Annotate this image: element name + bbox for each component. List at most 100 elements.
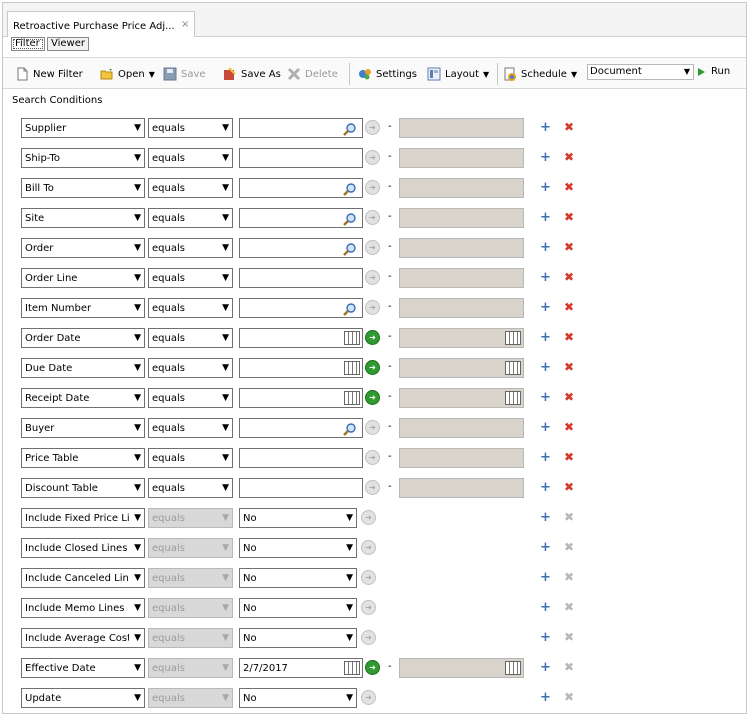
clear-value-icon[interactable]: ➜: [361, 630, 376, 645]
from-value-input[interactable]: [239, 178, 363, 198]
lookup-icon[interactable]: [343, 241, 359, 256]
field-select[interactable]: Item Number ▼: [21, 298, 145, 318]
clear-value-icon[interactable]: ➜: [365, 660, 380, 675]
clear-value-icon[interactable]: ➜: [361, 600, 376, 615]
operator-select[interactable]: equals ▼: [148, 148, 233, 168]
from-value-input[interactable]: [239, 448, 363, 468]
remove-condition-icon[interactable]: ✖: [564, 121, 574, 134]
from-value-input[interactable]: 2/7/2017: [239, 658, 363, 678]
schedule-dropdown-icon[interactable]: ▼: [571, 70, 577, 79]
clear-value-icon[interactable]: ➜: [361, 690, 376, 705]
add-condition-icon[interactable]: +: [540, 271, 551, 284]
remove-condition-icon[interactable]: ✖: [564, 301, 574, 314]
field-select[interactable]: Include Average Cost ▼: [21, 628, 145, 648]
calendar-icon[interactable]: [344, 331, 360, 345]
operator-select[interactable]: equals ▼: [148, 448, 233, 468]
operator-select[interactable]: equals ▼: [148, 208, 233, 228]
clear-value-icon[interactable]: ➜: [361, 510, 376, 525]
operator-select[interactable]: equals ▼: [148, 478, 233, 498]
field-select[interactable]: Include Canceled Lin ▼: [21, 568, 145, 588]
clear-value-icon[interactable]: ➜: [361, 570, 376, 585]
clear-value-icon[interactable]: ➜: [365, 330, 380, 345]
save-as-button[interactable]: Save As: [223, 66, 281, 82]
field-select[interactable]: Order Date ▼: [21, 328, 145, 348]
add-condition-icon[interactable]: +: [540, 691, 551, 704]
add-condition-icon[interactable]: +: [540, 511, 551, 524]
tab-viewer[interactable]: Viewer: [47, 37, 89, 51]
lookup-icon[interactable]: [343, 181, 359, 196]
close-tab-icon[interactable]: ×: [181, 19, 189, 30]
output-format-select[interactable]: Document ▼: [587, 64, 694, 80]
field-select[interactable]: Effective Date ▼: [21, 658, 145, 678]
clear-value-icon[interactable]: ➜: [365, 300, 380, 315]
remove-condition-icon[interactable]: ✖: [564, 211, 574, 224]
operator-select[interactable]: equals ▼: [148, 118, 233, 138]
from-value-input[interactable]: [239, 388, 363, 408]
lookup-icon[interactable]: [343, 211, 359, 226]
field-select[interactable]: Buyer ▼: [21, 418, 145, 438]
layout-button[interactable]: Layout ▼: [427, 66, 489, 82]
schedule-button[interactable]: Schedule ▼: [503, 66, 577, 82]
from-value-input[interactable]: [239, 358, 363, 378]
field-select[interactable]: Price Table ▼: [21, 448, 145, 468]
value-select[interactable]: No ▼: [239, 568, 357, 588]
new-filter-button[interactable]: New Filter: [15, 66, 83, 82]
from-value-input[interactable]: [239, 418, 363, 438]
add-condition-icon[interactable]: +: [540, 481, 551, 494]
clear-value-icon[interactable]: ➜: [365, 240, 380, 255]
save-button[interactable]: Save: [163, 66, 206, 82]
field-select[interactable]: Order Line ▼: [21, 268, 145, 288]
add-condition-icon[interactable]: +: [540, 211, 551, 224]
remove-condition-icon[interactable]: ✖: [564, 181, 574, 194]
remove-condition-icon[interactable]: ✖: [564, 361, 574, 374]
layout-dropdown-icon[interactable]: ▼: [483, 70, 489, 79]
add-condition-icon[interactable]: +: [540, 391, 551, 404]
document-tab[interactable]: Retroactive Purchase Price Adj... ×: [7, 11, 195, 37]
calendar-icon[interactable]: [344, 361, 360, 375]
add-condition-icon[interactable]: +: [540, 181, 551, 194]
from-value-input[interactable]: [239, 268, 363, 288]
operator-select[interactable]: equals ▼: [148, 298, 233, 318]
open-button[interactable]: Open ▼: [100, 66, 155, 82]
clear-value-icon[interactable]: ➜: [365, 270, 380, 285]
run-button[interactable]: Run: [698, 66, 730, 77]
field-select[interactable]: Update ▼: [21, 688, 145, 708]
add-condition-icon[interactable]: +: [540, 421, 551, 434]
value-select[interactable]: No ▼: [239, 598, 357, 618]
delete-button[interactable]: Delete: [287, 66, 338, 82]
field-select[interactable]: Ship-To ▼: [21, 148, 145, 168]
operator-select[interactable]: equals ▼: [148, 238, 233, 258]
clear-value-icon[interactable]: ➜: [365, 480, 380, 495]
operator-select[interactable]: equals ▼: [148, 418, 233, 438]
value-select[interactable]: No ▼: [239, 538, 357, 558]
calendar-icon[interactable]: [344, 391, 360, 405]
clear-value-icon[interactable]: ➜: [365, 150, 380, 165]
value-select[interactable]: No ▼: [239, 628, 357, 648]
remove-condition-icon[interactable]: ✖: [564, 151, 574, 164]
add-condition-icon[interactable]: +: [540, 301, 551, 314]
from-value-input[interactable]: [239, 118, 363, 138]
from-value-input[interactable]: [239, 238, 363, 258]
clear-value-icon[interactable]: ➜: [365, 420, 380, 435]
from-value-input[interactable]: [239, 298, 363, 318]
remove-condition-icon[interactable]: ✖: [564, 331, 574, 344]
operator-select[interactable]: equals ▼: [148, 358, 233, 378]
add-condition-icon[interactable]: +: [540, 541, 551, 554]
field-select[interactable]: Due Date ▼: [21, 358, 145, 378]
remove-condition-icon[interactable]: ✖: [564, 451, 574, 464]
remove-condition-icon[interactable]: ✖: [564, 421, 574, 434]
add-condition-icon[interactable]: +: [540, 631, 551, 644]
clear-value-icon[interactable]: ➜: [361, 540, 376, 555]
add-condition-icon[interactable]: +: [540, 601, 551, 614]
operator-select[interactable]: equals ▼: [148, 328, 233, 348]
operator-select[interactable]: equals ▼: [148, 388, 233, 408]
clear-value-icon[interactable]: ➜: [365, 360, 380, 375]
field-select[interactable]: Include Fixed Price Li ▼: [21, 508, 145, 528]
open-dropdown-icon[interactable]: ▼: [149, 70, 155, 79]
lookup-icon[interactable]: [343, 301, 359, 316]
remove-condition-icon[interactable]: ✖: [564, 241, 574, 254]
from-value-input[interactable]: [239, 208, 363, 228]
remove-condition-icon[interactable]: ✖: [564, 481, 574, 494]
operator-select[interactable]: equals ▼: [148, 178, 233, 198]
add-condition-icon[interactable]: +: [540, 121, 551, 134]
